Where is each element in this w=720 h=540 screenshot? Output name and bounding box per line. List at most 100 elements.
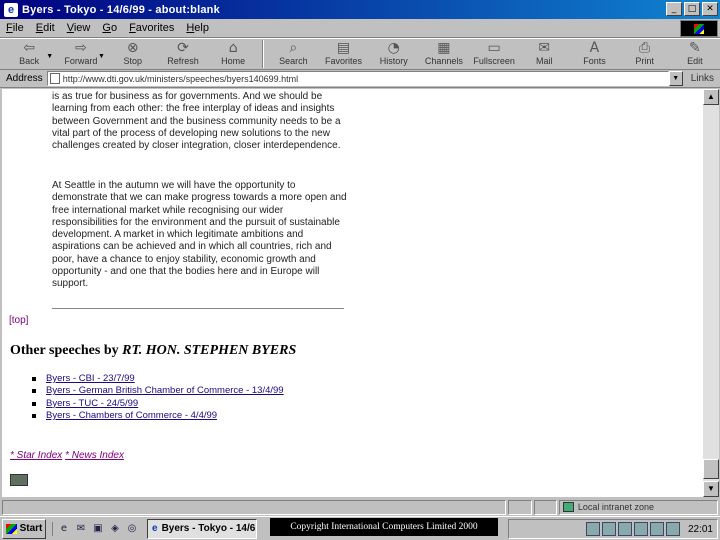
back-arrow-icon: ⇦ [23, 40, 35, 56]
speech-link[interactable]: Byers - CBI - 23/7/99 [46, 373, 135, 385]
title-bar: e Byers - Tokyo - 14/6/99 - about:blank … [0, 0, 720, 19]
outlook-quicklaunch-icon[interactable]: ✉ [74, 522, 88, 536]
speech-link[interactable]: Byers - TUC - 24/5/99 [46, 398, 138, 410]
edit-icon: ✎ [688, 40, 701, 56]
favorites-folder-icon: ▤ [336, 40, 351, 56]
minimize-button[interactable]: _ [666, 2, 682, 16]
scroll-thumb[interactable] [703, 459, 719, 479]
divider [52, 308, 344, 309]
window-controls: _ □ ✕ [666, 2, 718, 16]
favorites-button[interactable]: ▤ Favorites [318, 39, 368, 69]
taskbar-window-button[interactable]: e Byers - Tokyo - 14/6... [147, 518, 257, 539]
tray-app-icon[interactable] [617, 522, 632, 536]
home-icon: ⌂ [228, 40, 238, 56]
tray-app-icon[interactable] [633, 522, 648, 536]
tray-network-icon[interactable] [585, 522, 600, 536]
search-button[interactable]: ⌕ Search [268, 39, 318, 69]
page-content: is as true for business as for governmen… [2, 89, 703, 497]
address-dropdown-icon[interactable]: ▼ [668, 71, 683, 86]
body-paragraph: is as true for business as for governmen… [52, 91, 341, 152]
fullscreen-icon: ▭ [487, 40, 501, 56]
ie-icon: e [4, 2, 18, 17]
page-icon [49, 73, 60, 84]
speech-link[interactable]: Byers - German British Chamber of Commer… [46, 385, 284, 397]
channels-icon: ▦ [437, 40, 451, 56]
bullet-icon [32, 377, 36, 382]
stop-button[interactable]: ⊗ Stop [108, 39, 158, 69]
forward-dropdown-icon[interactable]: ▼ [98, 53, 108, 60]
printer-icon: ⎙ [639, 40, 651, 56]
intranet-zone-icon [562, 502, 574, 512]
star-index-link[interactable]: * Star Index [10, 450, 62, 461]
windows-flag-icon [5, 523, 17, 534]
history-button[interactable]: ◔ History [369, 39, 419, 69]
channels-quicklaunch-icon[interactable]: ◈ [108, 522, 122, 536]
vertical-scrollbar[interactable]: ▲ ▼ [703, 89, 719, 497]
address-url: http://www.dti.gov.uk/ministers/speeches… [62, 73, 299, 84]
address-bar: Address http://www.dti.gov.uk/ministers/… [0, 70, 720, 88]
bullet-icon [32, 401, 36, 406]
fullscreen-button[interactable]: ▭ Fullscreen [469, 39, 519, 69]
fonts-icon: A [589, 40, 600, 56]
close-button[interactable]: ✕ [702, 2, 718, 16]
news-index-link[interactable]: * News Index [65, 450, 124, 461]
mail-icon: ✉ [538, 40, 551, 56]
tray-app-icon[interactable] [665, 522, 680, 536]
bullet-icon [32, 414, 36, 419]
home-button[interactable]: ⌂ Home [208, 39, 258, 69]
footer-links: * Star Index * News Index [10, 450, 124, 461]
fonts-button[interactable]: A Fonts [569, 39, 619, 69]
start-button[interactable]: Start [2, 518, 46, 539]
status-panel [533, 499, 557, 515]
bullet-icon [32, 389, 36, 394]
menu-edit[interactable]: Edit [36, 22, 55, 34]
desktop-quicklaunch-icon[interactable]: ▣ [91, 522, 105, 536]
speaker-name: RT. HON. STEPHEN BYERS [122, 343, 297, 358]
list-item: Byers - TUC - 24/5/99 [32, 398, 284, 410]
status-panel [508, 499, 532, 515]
stop-icon: ⊗ [126, 40, 139, 56]
zone-panel: Local intranet zone [558, 499, 718, 515]
list-item: Byers - German British Chamber of Commer… [32, 385, 284, 397]
list-item: Byers - CBI - 23/7/99 [32, 373, 284, 385]
status-bar: Local intranet zone [0, 498, 720, 516]
address-input[interactable]: http://www.dti.gov.uk/ministers/speeches… [46, 71, 669, 86]
copyright-banner: Copyright International Computers Limite… [270, 518, 498, 536]
scroll-up-icon[interactable]: ▲ [703, 89, 719, 105]
menu-help[interactable]: Help [186, 22, 209, 34]
refresh-icon: ⟳ [177, 40, 189, 56]
toolbar: ⇦ Back ▼ ⇨ Forward ▼ ⊗ Stop ⟳ Refresh ⌂ … [0, 38, 720, 70]
list-item: Byers - Chambers of Commerce - 4/4/99 [32, 410, 284, 422]
app-quicklaunch-icon[interactable]: ◎ [125, 522, 139, 536]
other-speeches-heading: Other speeches by RT. HON. STEPHEN BYERS [10, 343, 296, 359]
history-icon: ◔ [387, 40, 400, 56]
clock: 22:01 [687, 523, 713, 535]
status-text-panel [2, 499, 507, 515]
search-icon: ⌕ [289, 40, 298, 56]
logo-image-icon[interactable] [10, 474, 28, 486]
speech-link[interactable]: Byers - Chambers of Commerce - 4/4/99 [46, 410, 217, 422]
ie-task-icon: e [152, 523, 158, 534]
menu-file[interactable]: File [6, 22, 24, 34]
edit-button[interactable]: ✎ Edit [670, 39, 720, 69]
menu-view[interactable]: View [67, 22, 91, 34]
tray-volume-icon[interactable] [601, 522, 616, 536]
scroll-down-icon[interactable]: ▼ [703, 481, 719, 497]
toolbar-separator [262, 40, 265, 68]
top-link[interactable]: [top] [9, 315, 28, 326]
tray-app-icon[interactable] [649, 522, 664, 536]
menu-favorites[interactable]: Favorites [129, 22, 174, 34]
channels-button[interactable]: ▦ Channels [419, 39, 469, 69]
quick-launch: e ✉ ▣ ◈ ◎ [52, 521, 139, 536]
forward-arrow-icon: ⇨ [75, 40, 87, 56]
menu-go[interactable]: Go [102, 22, 117, 34]
refresh-button[interactable]: ⟳ Refresh [158, 39, 208, 69]
print-button[interactable]: ⎙ Print [620, 39, 670, 69]
ie-quicklaunch-icon[interactable]: e [57, 522, 71, 536]
back-dropdown-icon[interactable]: ▼ [46, 53, 56, 60]
tray-icons [585, 522, 680, 536]
body-paragraph: At Seattle in the autumn we will have th… [52, 180, 347, 290]
maximize-button[interactable]: □ [684, 2, 700, 16]
mail-button[interactable]: ✉ Mail [519, 39, 569, 69]
links-button[interactable]: Links [691, 73, 714, 84]
